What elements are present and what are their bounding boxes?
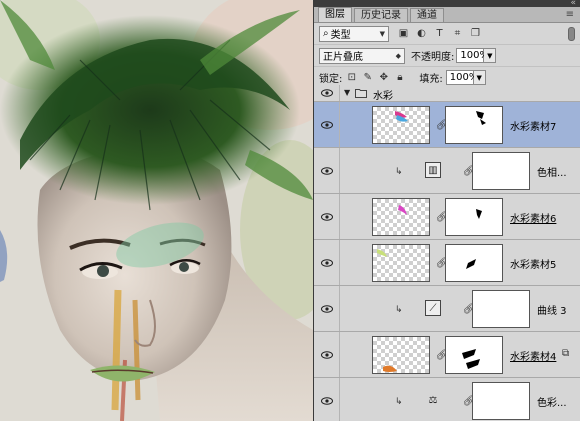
lock-transparent-icon[interactable]: ⊡ — [346, 72, 357, 83]
visibility-eye-icon[interactable] — [314, 332, 340, 377]
visibility-eye-icon[interactable] — [314, 102, 340, 147]
lock-icons: ⊡ ✎ ✥ 🔒︎ — [346, 72, 405, 83]
visibility-eye-icon[interactable] — [314, 148, 340, 193]
folder-icon — [355, 89, 367, 98]
layers-panel: « 图层 历史记录 通道 ≡ ⌕ 类型 ▼ ▣ ◐ T ⌗ ❐ 正片叠底 ◆ 不… — [313, 0, 580, 421]
fill-input[interactable]: 100% — [445, 70, 478, 85]
layer-name: 曲线 3 — [537, 306, 567, 317]
shape-filter-icon[interactable]: ⌗ — [451, 27, 464, 40]
curves-icon[interactable]: ⟋ — [425, 300, 441, 316]
group-disclosure-icon[interactable]: ▼ — [344, 88, 350, 97]
blend-mode-label: 正片叠底 — [323, 52, 363, 63]
visibility-eye-icon[interactable] — [314, 286, 340, 331]
opacity-input[interactable]: 100% — [456, 48, 489, 63]
layer-mask-thumbnail[interactable] — [445, 198, 503, 236]
fill-label: 填充: — [419, 74, 443, 85]
filter-kind-select[interactable]: ⌕ 类型 ▼ — [319, 25, 389, 42]
layer-mask-thumbnail[interactable] — [472, 290, 530, 328]
layer-row[interactable]: ↳ ▥ 🔗︎ 色相... — [314, 148, 580, 194]
layer-row[interactable]: 🔗︎ 水彩素材6 — [314, 194, 580, 240]
layer-name: 色彩... — [537, 398, 567, 409]
group-name: 水彩 — [373, 91, 393, 102]
artwork-image — [0, 0, 313, 421]
fill-dropdown-button[interactable]: ▼ — [473, 70, 486, 85]
lock-image-icon[interactable]: ✎ — [362, 72, 373, 83]
type-filter-icon[interactable]: T — [433, 27, 446, 40]
hue-saturation-icon[interactable]: ▥ — [425, 162, 441, 178]
layer-mask-thumbnail[interactable] — [445, 244, 503, 282]
layer-name: 色相... — [537, 168, 567, 179]
smart-object-filter-icon[interactable]: ❐ — [469, 27, 482, 40]
layer-filter-row: ⌕ 类型 ▼ ▣ ◐ T ⌗ ❐ — [314, 23, 580, 45]
filter-icons: ▣ ◐ T ⌗ ❐ — [397, 27, 482, 40]
smart-object-icon: ⧉ — [562, 348, 570, 359]
layer-row[interactable]: 🔗︎ 水彩素材5 — [314, 240, 580, 286]
filter-kind-label: 类型 — [330, 30, 351, 41]
layer-mask-thumbnail[interactable] — [445, 106, 503, 144]
panel-tabs: 图层 历史记录 通道 ≡ — [314, 7, 580, 23]
layer-group-row[interactable]: ▼ 水彩 — [314, 85, 580, 102]
opacity-label: 不透明度: — [411, 52, 455, 63]
filter-toggle[interactable] — [568, 26, 575, 41]
pixel-filter-icon[interactable]: ▣ — [397, 27, 410, 40]
blend-row: 正片叠底 ◆ 不透明度: 100% ▼ — [314, 45, 580, 67]
panel-top-strip: « — [314, 0, 580, 8]
chevron-down-icon: ◆ — [395, 51, 401, 60]
layer-mask-thumbnail[interactable] — [472, 382, 530, 420]
document-canvas[interactable] — [0, 0, 313, 421]
visibility-eye-icon[interactable] — [314, 194, 340, 239]
tab-layers[interactable]: 图层 — [318, 7, 352, 22]
visibility-eye-icon[interactable] — [314, 378, 340, 421]
layer-row[interactable]: 🔗︎ 水彩素材7 — [314, 102, 580, 148]
blend-mode-select[interactable]: 正片叠底 ◆ — [319, 47, 405, 64]
layer-mask-thumbnail[interactable] — [472, 152, 530, 190]
clipping-arrow-icon: ↳ — [395, 167, 403, 177]
layer-thumbnail[interactable] — [372, 336, 430, 374]
layer-name: 水彩素材7 — [510, 122, 557, 133]
layer-thumbnail[interactable] — [372, 106, 430, 144]
tab-channels[interactable]: 通道 — [410, 8, 444, 22]
color-balance-icon[interactable]: ⚖ — [425, 392, 441, 408]
layer-thumbnail[interactable] — [372, 244, 430, 282]
visibility-eye-icon[interactable] — [314, 240, 340, 285]
layer-name: 水彩素材6 — [510, 214, 557, 225]
layer-row[interactable]: ↳ ⟋ 🔗︎ 曲线 3 — [314, 286, 580, 332]
layer-name: 水彩素材4 — [510, 352, 557, 363]
clipping-arrow-icon: ↳ — [395, 397, 403, 407]
panel-menu-icon[interactable]: ≡ — [566, 9, 574, 20]
visibility-eye-icon[interactable] — [314, 85, 340, 101]
layer-mask-thumbnail[interactable] — [445, 336, 503, 374]
clipping-arrow-icon: ↳ — [395, 305, 403, 315]
lock-position-icon[interactable]: ✥ — [378, 72, 389, 83]
tab-history[interactable]: 历史记录 — [354, 8, 408, 22]
lock-all-icon[interactable]: 🔒︎ — [394, 72, 405, 83]
lock-label: 锁定: — [319, 74, 343, 85]
layers-list: ▼ 水彩 🔗︎ 水彩素材7 ↳ ▥ 🔗︎ 色相... 🔗︎ 水彩素材6 🔗︎ 水… — [314, 85, 580, 421]
layer-row[interactable]: 🔗︎ 水彩素材4 ⧉ — [314, 332, 580, 378]
search-icon: ⌕ — [323, 28, 329, 39]
opacity-dropdown-button[interactable]: ▼ — [484, 48, 497, 63]
adjustment-filter-icon[interactable]: ◐ — [415, 27, 428, 40]
layer-row[interactable]: ↳ ⚖ 🔗︎ 色彩... — [314, 378, 580, 421]
layer-name: 水彩素材5 — [510, 260, 557, 271]
chevron-down-icon: ▼ — [379, 29, 385, 38]
layer-thumbnail[interactable] — [372, 198, 430, 236]
